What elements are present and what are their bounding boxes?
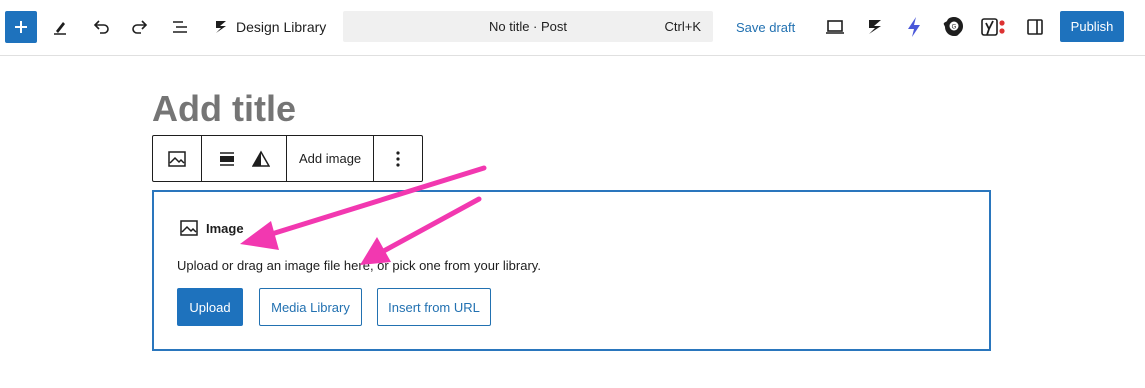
command-title: No title · Post <box>488 19 568 34</box>
design-library-icon <box>216 21 226 33</box>
insert-from-url-button[interactable]: Insert from URL <box>377 288 491 326</box>
grammarly-icon: G <box>943 17 963 36</box>
editor-header: Design Library No title · Post Ctrl+K Sa… <box>0 0 1145 56</box>
stackable-icon <box>869 20 881 34</box>
bolt-icon <box>908 17 920 37</box>
add-image-button[interactable]: Add image <box>287 136 373 181</box>
yoast-button[interactable] <box>978 11 1010 43</box>
undo-icon <box>93 20 109 34</box>
media-library-button[interactable]: Media Library <box>259 288 362 326</box>
image-block-title: Image <box>206 220 244 236</box>
block-type-group <box>153 136 202 181</box>
more-options-group <box>374 136 422 181</box>
post-title-field[interactable]: Add title <box>152 86 296 132</box>
add-image-group: Add image <box>287 136 375 181</box>
image-block-label: Image <box>179 218 244 238</box>
design-library-label: Design Library <box>236 19 327 35</box>
duotone-icon <box>252 149 270 167</box>
more-options-button[interactable] <box>374 136 422 181</box>
preview-icon <box>826 20 844 34</box>
block-toolbar: Add image <box>152 135 423 182</box>
list-view-button[interactable] <box>164 11 196 43</box>
command-shortcut: Ctrl+K <box>664 19 701 34</box>
preview-button[interactable] <box>819 11 851 43</box>
more-vertical-icon <box>396 150 400 167</box>
design-library-button[interactable]: Design Library <box>212 13 326 41</box>
align-center-icon <box>219 151 234 166</box>
plus-icon <box>15 21 27 33</box>
tools-button[interactable] <box>44 11 76 43</box>
yoast-icon <box>981 18 1005 36</box>
align-button[interactable] <box>202 136 251 181</box>
redo-button[interactable] <box>124 11 156 43</box>
image-icon <box>168 150 186 167</box>
pencil-icon <box>54 22 66 35</box>
image-block-instructions: Upload or drag an image file here, or pi… <box>177 258 541 273</box>
grammarly-button[interactable]: G <box>938 11 970 43</box>
block-type-button[interactable] <box>153 136 201 181</box>
command-palette[interactable]: No title · Post Ctrl+K <box>343 11 713 42</box>
upload-button[interactable]: Upload <box>177 288 243 326</box>
image-block-placeholder: Image Upload or drag an image file here,… <box>152 190 991 351</box>
publish-button[interactable]: Publish <box>1060 11 1124 42</box>
image-icon <box>180 220 198 236</box>
alignment-group <box>202 136 287 181</box>
save-draft-button[interactable]: Save draft <box>736 14 795 40</box>
settings-sidebar-icon <box>1027 19 1043 35</box>
stackable-button[interactable] <box>859 11 891 43</box>
bolt-button[interactable] <box>898 11 930 43</box>
svg-text:G: G <box>952 25 957 31</box>
block-inserter-button[interactable] <box>5 11 37 43</box>
duotone-button[interactable] <box>251 136 271 181</box>
redo-icon <box>132 20 148 34</box>
settings-sidebar-button[interactable] <box>1019 11 1051 43</box>
list-view-icon <box>173 21 187 33</box>
undo-button[interactable] <box>85 11 117 43</box>
